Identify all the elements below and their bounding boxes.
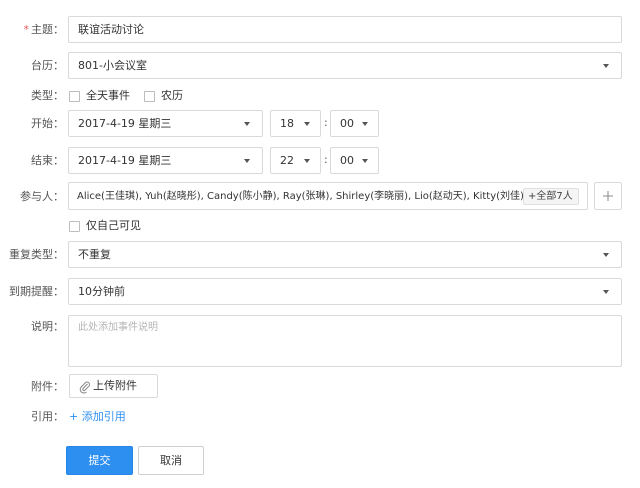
- end-hour-select[interactable]: 22: [270, 147, 321, 174]
- participants-input[interactable]: Alice(王佳琪), Yuh(赵晓彤), Candy(陈小静), Ray(张琳…: [68, 182, 588, 210]
- all-participants-label: +全部7人: [528, 191, 573, 202]
- participants-value: Alice(王佳琪), Yuh(赵晓彤), Candy(陈小静), Ray(张琳…: [77, 191, 524, 202]
- end-date-select[interactable]: 2017-4-19 星期三: [68, 147, 263, 174]
- all-day-checkbox[interactable]: [69, 91, 80, 102]
- type-label: 类型：: [31, 89, 64, 102]
- lunar-label: 农历: [161, 89, 183, 102]
- end-minute-value: 00: [340, 154, 354, 167]
- subject-label-text: 主题：: [31, 23, 64, 36]
- only-me-visible-label: 仅自己可见: [86, 219, 141, 232]
- subject-value: 联谊活动讨论: [78, 23, 144, 36]
- end-label: 结束：: [31, 154, 64, 167]
- chevron-down-icon: [304, 159, 310, 163]
- participants-label: 参与人：: [20, 190, 64, 203]
- chevron-down-icon: [244, 159, 250, 163]
- chevron-down-icon: [603, 290, 609, 294]
- cancel-button[interactable]: 取消: [138, 446, 204, 475]
- description-label: 说明：: [31, 320, 64, 333]
- calendar-select[interactable]: 801-小会议室: [68, 52, 622, 79]
- chevron-down-icon: [304, 122, 310, 126]
- calendar-label: 台历：: [31, 59, 64, 72]
- end-hour-value: 22: [280, 154, 294, 167]
- upload-attachment-button[interactable]: 上传附件: [69, 374, 158, 398]
- start-label: 开始：: [31, 117, 64, 130]
- description-textarea[interactable]: 此处添加事件说明: [68, 315, 622, 367]
- upload-attachment-label: 上传附件: [93, 379, 137, 392]
- all-day-label: 全天事件: [86, 89, 130, 102]
- only-me-visible-checkbox[interactable]: [69, 221, 80, 232]
- submit-button[interactable]: 提交: [66, 446, 133, 475]
- start-hour-select[interactable]: 18: [270, 110, 321, 137]
- repeat-select[interactable]: 不重复: [68, 241, 622, 268]
- chevron-down-icon: [244, 122, 250, 126]
- add-reference-link[interactable]: + 添加引用: [69, 410, 126, 424]
- chevron-down-icon: [603, 253, 609, 257]
- start-date-value: 2017-4-19 星期三: [78, 117, 172, 130]
- subject-label: * 主题：: [0, 23, 65, 37]
- repeat-value: 不重复: [78, 248, 111, 261]
- end-minute-select[interactable]: 00: [330, 147, 379, 174]
- start-date-select[interactable]: 2017-4-19 星期三: [68, 110, 263, 137]
- attachment-label: 附件：: [31, 380, 64, 393]
- time-separator: :: [324, 153, 328, 166]
- reminder-label: 到期提醒：: [9, 285, 64, 298]
- chevron-down-icon: [603, 64, 609, 68]
- paperclip-icon: [79, 381, 90, 394]
- subject-input[interactable]: 联谊活动讨论: [68, 16, 622, 43]
- reminder-select[interactable]: 10分钟前: [68, 278, 622, 305]
- lunar-checkbox[interactable]: [144, 91, 155, 102]
- end-date-value: 2017-4-19 星期三: [78, 154, 172, 167]
- repeat-label: 重复类型：: [9, 248, 64, 261]
- start-minute-select[interactable]: 00: [330, 110, 379, 137]
- add-participant-button[interactable]: [594, 182, 622, 210]
- description-placeholder: 此处添加事件说明: [78, 322, 158, 333]
- chevron-down-icon: [362, 159, 368, 163]
- all-participants-badge[interactable]: +全部7人: [523, 188, 579, 205]
- plus-icon: [603, 191, 613, 201]
- time-separator: :: [324, 116, 328, 129]
- calendar-value: 801-小会议室: [78, 59, 147, 72]
- start-minute-value: 00: [340, 117, 354, 130]
- reference-label: 引用：: [31, 410, 64, 423]
- required-mark: *: [23, 23, 30, 36]
- chevron-down-icon: [362, 122, 368, 126]
- start-hour-value: 18: [280, 117, 294, 130]
- reminder-value: 10分钟前: [78, 285, 125, 298]
